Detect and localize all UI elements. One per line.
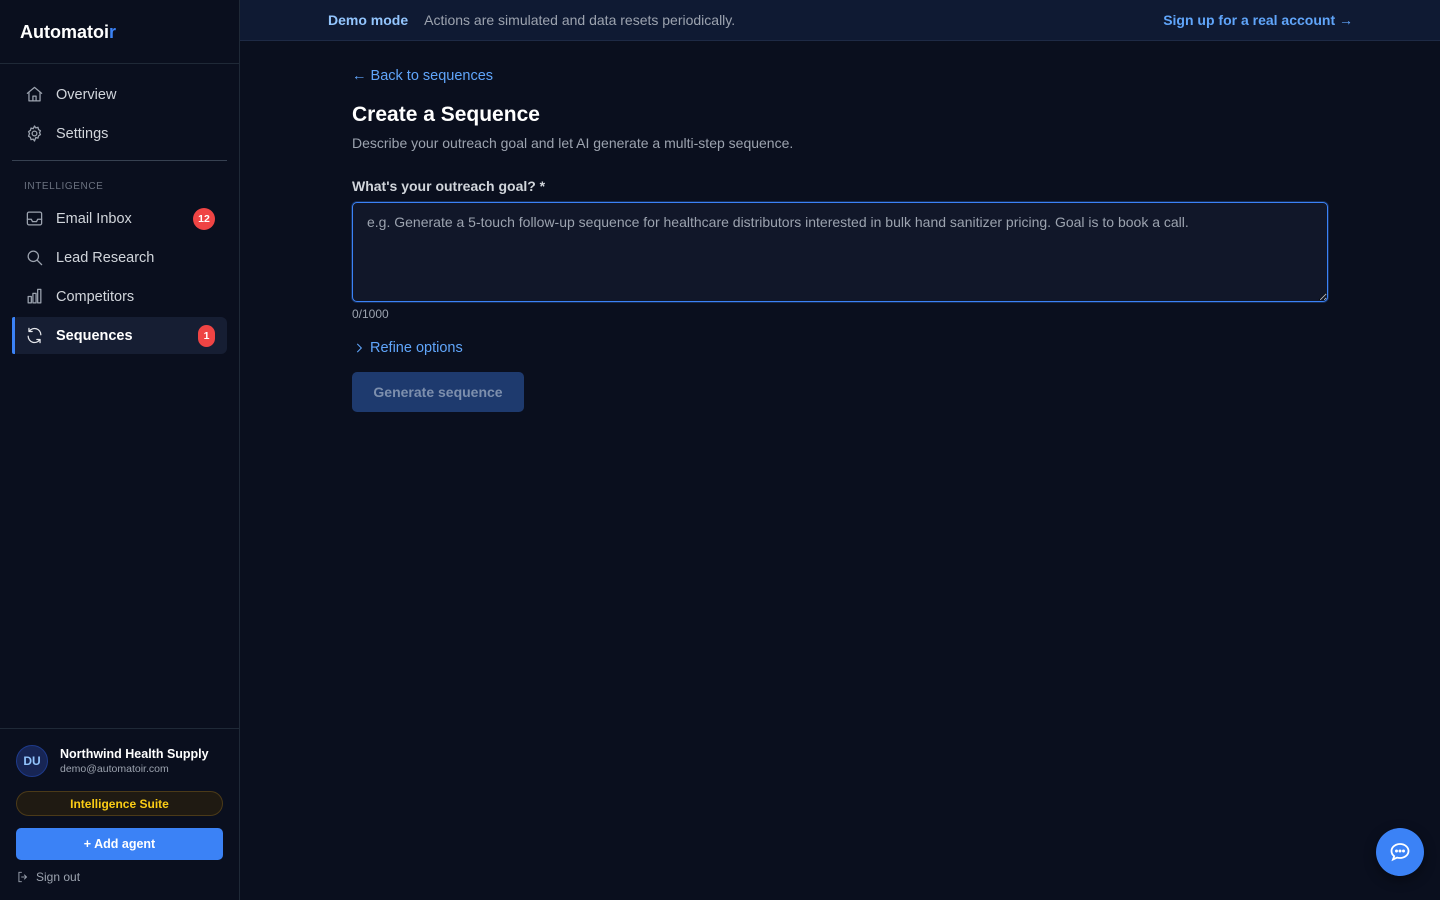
sidebar-item-label: Sequences — [56, 327, 133, 344]
sidebar-item-label: Email Inbox — [56, 210, 132, 227]
sidebar-item-email-inbox[interactable]: Email Inbox 12 — [12, 200, 227, 237]
sidebar-item-competitors[interactable]: Competitors — [12, 278, 227, 315]
sidebar-item-label: Settings — [56, 125, 109, 142]
refine-options-toggle[interactable]: Refine options — [352, 340, 1328, 356]
chevron-right-icon — [356, 343, 363, 353]
unread-badge: 12 — [193, 207, 215, 230]
count-badge: 1 — [198, 324, 215, 347]
section-label-intelligence: INTELLIGENCE — [24, 181, 104, 192]
demo-mode-message: Actions are simulated and data resets pe… — [424, 12, 736, 28]
sign-out-link[interactable]: Sign out — [16, 870, 223, 884]
demo-mode-label: Demo mode — [328, 12, 409, 28]
nav-divider — [12, 160, 227, 161]
brand-name-accent: r — [109, 22, 117, 42]
sidebar-item-label: Competitors — [56, 288, 135, 305]
sign-out-label: Sign out — [36, 870, 81, 884]
user-email: demo@automatoir.com — [60, 763, 169, 775]
gear-icon — [24, 124, 44, 144]
character-count: 0/1000 — [352, 307, 389, 321]
search-icon — [24, 248, 44, 268]
sidebar-item-lead-research[interactable]: Lead Research — [12, 239, 227, 276]
refresh-icon — [24, 326, 44, 346]
generate-sequence-button[interactable]: Generate sequence — [352, 372, 524, 412]
goal-field-label: What's your outreach goal? * — [352, 178, 546, 194]
sidebar: Automatoir Overview Settings INTELLIGENC… — [0, 0, 240, 900]
add-agent-button[interactable]: + Add agent — [16, 828, 223, 860]
sidebar-item-overview[interactable]: Overview — [12, 76, 227, 113]
sidebar-item-label: Lead Research — [56, 249, 155, 266]
sidebar-item-settings[interactable]: Settings — [12, 115, 227, 152]
brand-name: Automatoi — [20, 22, 109, 42]
avatar: DU — [16, 745, 48, 777]
chat-bubble-icon — [1390, 843, 1410, 862]
outreach-goal-input[interactable] — [352, 202, 1328, 302]
back-to-sequences-link[interactable]: ← Back to sequences — [352, 68, 493, 84]
inbox-icon — [24, 209, 44, 229]
plan-badge: Intelligence Suite — [16, 791, 223, 816]
home-icon — [24, 85, 44, 105]
signup-link[interactable]: Sign up for a real account → — [1163, 12, 1353, 28]
brand-logo[interactable]: Automatoir — [0, 0, 239, 64]
refine-options-label: Refine options — [370, 340, 463, 356]
demo-banner: Demo mode Actions are simulated and data… — [240, 0, 1440, 41]
sidebar-footer: DU Northwind Health Supply demo@automato… — [0, 728, 239, 900]
chat-support-button[interactable] — [1376, 828, 1424, 876]
page-title: Create a Sequence — [352, 103, 540, 126]
account-details: Northwind Health Supply demo@automatoir.… — [60, 747, 209, 775]
main-content: ← Back to sequences Create a Sequence De… — [352, 41, 1328, 412]
app-root: Automatoir Overview Settings INTELLIGENC… — [0, 0, 1440, 900]
sidebar-nav: Overview Settings INTELLIGENCE Email Inb… — [0, 64, 239, 354]
page-subtitle: Describe your outreach goal and let AI g… — [352, 135, 794, 151]
sidebar-item-label: Overview — [56, 86, 117, 103]
sidebar-item-sequences[interactable]: Sequences 1 — [12, 317, 227, 354]
org-name: Northwind Health Supply — [60, 747, 209, 761]
account-summary[interactable]: DU Northwind Health Supply demo@automato… — [16, 745, 223, 777]
bar-chart-icon — [24, 287, 44, 307]
sign-out-icon — [18, 871, 28, 883]
